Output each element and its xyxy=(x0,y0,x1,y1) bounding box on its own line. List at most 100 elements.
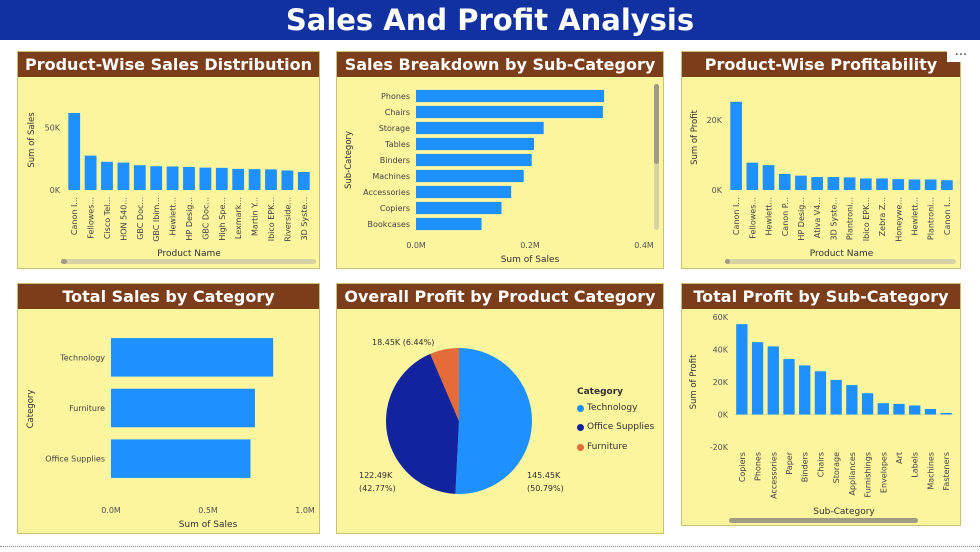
product-sales-bar-martin-y[interactable] xyxy=(248,169,261,190)
product-sales-bar-gbc-doc[interactable] xyxy=(199,167,212,190)
legend-label-furniture: Furniture xyxy=(587,442,628,452)
product-sales-bar-canon-i[interactable] xyxy=(68,113,81,190)
dashboard-title: Sales And Profit Analysis xyxy=(0,0,980,40)
product-profit-bar-canon-i[interactable] xyxy=(730,101,742,190)
pie-legend-title: Category xyxy=(577,387,624,397)
product-profit-xtick-label: Canon P... xyxy=(781,197,790,236)
subcategory-profit-bar-chairs[interactable] xyxy=(814,371,827,415)
pie-legend-technology[interactable]: Technology xyxy=(577,403,637,413)
product-profit-bar-hp-desig[interactable] xyxy=(795,175,807,190)
subcategory-profit-bar-labels[interactable] xyxy=(909,405,921,415)
product-profit-bar-ativa-v4[interactable] xyxy=(811,177,824,190)
product-sales-scroll-thumb[interactable] xyxy=(61,259,67,264)
product-sales-bar-lexmark[interactable] xyxy=(232,168,245,190)
product-profit-scrollbar[interactable] xyxy=(725,259,956,264)
subcategory-profit-xtick-label: Fasteners xyxy=(942,452,951,490)
product-profit-bar-hewlett[interactable] xyxy=(762,165,775,190)
product-sales-bar-high-spe[interactable] xyxy=(215,167,228,190)
legend-dot-technology xyxy=(577,404,584,412)
category-sales-card[interactable]: Technology Furniture Office Supplies 0.0M 0.… xyxy=(17,283,320,534)
subcategory-profit-title: Total Profit by Sub-Category xyxy=(682,284,960,309)
subcategory-profit-card[interactable]: -20K 0K 20K 40K 60K Copiers Phones Accessories P… xyxy=(681,283,961,526)
subcategory-sales-bar-accessories[interactable] xyxy=(416,185,512,199)
product-profit-bar-ibico-epk[interactable] xyxy=(859,178,872,190)
product-profit-bar-zebra-z[interactable] xyxy=(876,178,888,190)
product-sales-xtick-label: Lexmark... xyxy=(234,197,243,239)
subcategory-profit-bar-envelopes[interactable] xyxy=(877,403,889,415)
product-profit-bar-plantroni[interactable] xyxy=(843,177,856,190)
subcategory-sales-scroll-thumb[interactable] xyxy=(654,84,659,164)
subcategory-profit-bar-paper[interactable] xyxy=(783,359,795,415)
subcategory-profit-xtick-label: Binders xyxy=(801,452,810,482)
product-profit-bar-plantroni[interactable] xyxy=(924,179,937,191)
product-sales-bar-gbc-doc[interactable] xyxy=(133,165,146,190)
category-sales-xtick-label: 0.0M xyxy=(101,506,121,515)
more-options-button[interactable]: ... xyxy=(947,45,975,62)
product-sales-bar-ibico-epk[interactable] xyxy=(265,169,277,190)
subcategory-sales-bar-machines[interactable] xyxy=(416,169,524,183)
subcategory-profit-scroll-thumb[interactable] xyxy=(729,518,918,523)
subcategory-sales-xtick-label: 0.0M xyxy=(406,241,426,250)
product-profit-xtick-label: Ibico EPK... xyxy=(862,197,871,241)
subcategory-sales-bar-copiers[interactable] xyxy=(416,201,502,215)
subcategory-profit-bar-phones[interactable] xyxy=(751,342,764,415)
product-sales-xtick-label: Martin Y... xyxy=(251,197,260,236)
subcategory-profit-bar-furnishings[interactable] xyxy=(861,393,874,415)
product-profit-bar-canon-i[interactable] xyxy=(941,180,953,190)
subcategory-sales-bar-tables[interactable] xyxy=(416,137,534,151)
product-sales-bar-hp-desig[interactable] xyxy=(183,167,195,190)
subcategory-sales-scrollbar[interactable] xyxy=(654,84,659,230)
subcategory-sales-bar-chairs[interactable] xyxy=(416,105,603,119)
product-sales-bar-3d-syste[interactable] xyxy=(297,172,310,190)
subcategory-sales-ytick-label: Copiers xyxy=(380,204,410,213)
legend-dot-office-supplies xyxy=(577,423,584,431)
subcategory-profit-bar-storage[interactable] xyxy=(830,379,842,415)
pie-label-technology-value: 145.45K xyxy=(527,471,561,480)
product-sales-bar-cisco-tel[interactable] xyxy=(101,161,113,190)
subcategory-profit-bar-art[interactable] xyxy=(893,403,905,415)
subcategory-profit-ytick-label: 40K xyxy=(713,346,729,355)
product-profit-bar-honeywe[interactable] xyxy=(892,179,905,190)
product-profit-xtick-label: Plantroni... xyxy=(846,197,855,240)
product-sales-scrollbar[interactable] xyxy=(61,259,316,264)
product-sales-bar-fellowes[interactable] xyxy=(84,155,97,190)
pie-legend-furniture[interactable]: Furniture xyxy=(577,442,627,452)
subcategory-profit-bar-appliances[interactable] xyxy=(846,385,858,415)
product-profit-scroll-thumb[interactable] xyxy=(725,259,730,264)
subcategory-sales-bar-binders[interactable] xyxy=(416,153,532,167)
subcategory-profit-bar-accessories[interactable] xyxy=(767,346,779,415)
subcategory-sales-card[interactable]: Phones Chairs Storage Tables Binders Machines… xyxy=(336,51,664,269)
product-sales-card[interactable]: 0K 50K Canon I... Fellowes... Cisco Tel... HO… xyxy=(17,51,320,269)
product-profit-xtick-label: HP Desig... xyxy=(797,197,806,241)
product-profit-bar-hewlett[interactable] xyxy=(908,179,921,191)
category-sales-bar-technology[interactable] xyxy=(111,338,274,377)
subcategory-profit-bar-fasteners[interactable] xyxy=(940,412,952,415)
product-sales-bar-hon-540[interactable] xyxy=(117,162,130,190)
subcategory-profit-bar-binders[interactable] xyxy=(799,365,811,415)
product-profit-bar-fellowes[interactable] xyxy=(746,162,759,190)
product-profit-bar-canon-p[interactable] xyxy=(778,173,791,190)
product-sales-bar-hewlett[interactable] xyxy=(166,166,179,191)
subcategory-sales-bar-phones[interactable] xyxy=(416,89,605,103)
product-sales-bar-riverside[interactable] xyxy=(281,170,294,191)
product-sales-xtick-label: GBC Doc... xyxy=(136,197,145,240)
subcategory-profit-bar-copiers[interactable] xyxy=(736,324,748,415)
category-sales-bar-furniture[interactable] xyxy=(111,388,255,428)
category-sales-bar-office-supplies[interactable] xyxy=(111,439,251,478)
pie-label-furniture: 18.45K (6.44%) xyxy=(372,338,434,347)
product-sales-x-axis-title: Product Name xyxy=(157,249,221,259)
product-profit-title: Product-Wise Profitability xyxy=(682,52,960,77)
category-profit-card[interactable]: 18.45K (6.44%) 122.49K (42.77%) 145.45K (50.… xyxy=(336,283,664,534)
product-profit-ytick-label: 20K xyxy=(707,116,723,125)
product-sales-xtick-label: Canon I... xyxy=(70,197,79,235)
product-profit-bar-3d-syste[interactable] xyxy=(827,177,840,190)
pie-legend-office-supplies[interactable]: Office Supplies xyxy=(577,422,654,432)
product-sales-bar-gbc-ibim[interactable] xyxy=(150,166,163,190)
category-sales-x-axis-title: Sum of Sales xyxy=(179,520,238,530)
subcategory-sales-bar-storage[interactable] xyxy=(416,121,544,135)
subcategory-profit-scrollbar[interactable] xyxy=(729,518,918,523)
product-profit-card[interactable]: 0K 20K Canon I... Fellowes... Hewlett... Cano… xyxy=(681,51,961,269)
subcategory-sales-bar-bookcases[interactable] xyxy=(416,217,482,231)
category-profit-slice-technology[interactable] xyxy=(455,348,532,494)
subcategory-profit-bar-machines[interactable] xyxy=(924,409,937,415)
